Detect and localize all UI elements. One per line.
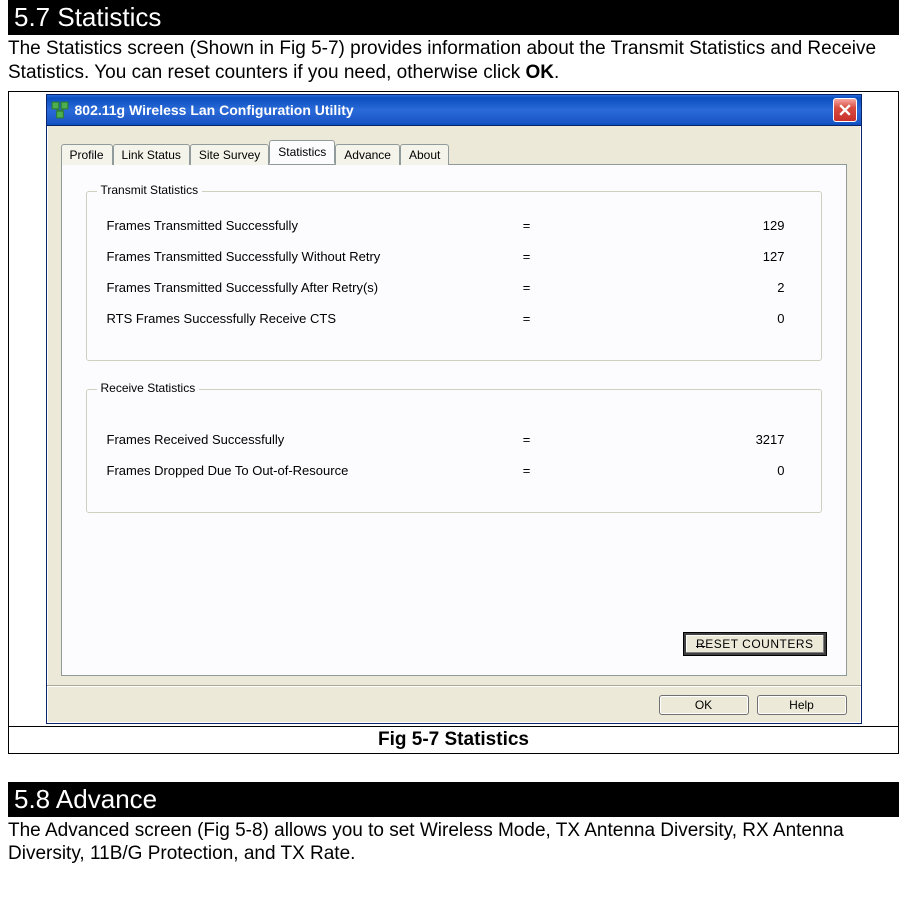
app-icon [51, 101, 69, 119]
stat-row: Frames Transmitted Successfully After Re… [107, 280, 801, 295]
section-body-statistics: The Statistics screen (Shown in Fig 5-7)… [8, 37, 899, 85]
tab-panel: Transmit Statistics Frames Transmitted S… [61, 165, 847, 676]
transmit-legend: Transmit Statistics [97, 183, 203, 197]
stat-value: 129 [547, 218, 801, 233]
stat-row: RTS Frames Successfully Receive CTS = 0 [107, 311, 801, 326]
tab-site-survey[interactable]: Site Survey [190, 144, 269, 165]
transmit-group: Transmit Statistics Frames Transmitted S… [86, 191, 822, 361]
equals-sign: = [507, 280, 547, 295]
titlebar[interactable]: 802.11g Wireless Lan Configuration Utili… [47, 95, 861, 126]
body-text-pre: The Statistics screen (Shown in Fig 5-7)… [8, 38, 876, 83]
stat-row: Frames Received Successfully = 3217 [107, 432, 801, 447]
stat-value: 2 [547, 280, 801, 295]
equals-sign: = [507, 249, 547, 264]
tab-link-status[interactable]: Link Status [113, 144, 190, 165]
dialog-body: Profile Link Status Site Survey Statisti… [47, 126, 861, 686]
stat-label: Frames Transmitted Successfully Without … [107, 249, 507, 264]
stat-value: 0 [547, 463, 801, 478]
stat-row: Frames Transmitted Successfully = 129 [107, 218, 801, 233]
dialog-bottom-bar: OK Help [47, 686, 861, 723]
receive-group: Receive Statistics Frames Received Succe… [86, 389, 822, 513]
section-body-advance: The Advanced screen (Fig 5-8) allows you… [8, 819, 899, 867]
stat-value: 3217 [547, 432, 801, 447]
tab-statistics[interactable]: Statistics [269, 140, 335, 164]
tabstrip: Profile Link Status Site Survey Statisti… [61, 140, 847, 165]
stat-value: 127 [547, 249, 801, 264]
stat-row: Frames Dropped Due To Out-of-Resource = … [107, 463, 801, 478]
window-title: 802.11g Wireless Lan Configuration Utili… [75, 102, 833, 118]
figure-frame: 802.11g Wireless Lan Configuration Utili… [8, 91, 899, 727]
equals-sign: = [507, 218, 547, 233]
help-button[interactable]: Help [757, 695, 847, 715]
ok-button[interactable]: OK [659, 695, 749, 715]
stat-label: RTS Frames Successfully Receive CTS [107, 311, 507, 326]
section-heading-advance: 5.8 Advance [8, 782, 899, 817]
stat-label: Frames Transmitted Successfully After Re… [107, 280, 507, 295]
stat-row: Frames Transmitted Successfully Without … [107, 249, 801, 264]
body-text-bold: OK [526, 62, 555, 83]
close-button[interactable] [833, 98, 857, 122]
figure-caption: Fig 5-7 Statistics [8, 727, 899, 754]
stat-label: Frames Received Successfully [107, 432, 507, 447]
tab-profile[interactable]: Profile [61, 144, 113, 165]
receive-legend: Receive Statistics [97, 381, 200, 395]
xp-dialog: 802.11g Wireless Lan Configuration Utili… [46, 94, 862, 724]
equals-sign: = [507, 432, 547, 447]
tab-advance[interactable]: Advance [335, 144, 400, 165]
body-text-post: . [554, 62, 559, 83]
reset-underline-letter: R [696, 637, 705, 651]
reset-counters-button[interactable]: RESET COUNTERS [684, 633, 825, 655]
section-heading-statistics: 5.7 Statistics [8, 0, 899, 35]
equals-sign: = [507, 311, 547, 326]
stat-label: Frames Dropped Due To Out-of-Resource [107, 463, 507, 478]
reset-rest: ESET COUNTERS [705, 637, 813, 651]
stat-label: Frames Transmitted Successfully [107, 218, 507, 233]
equals-sign: = [507, 463, 547, 478]
tab-about[interactable]: About [400, 144, 449, 165]
stat-value: 0 [547, 311, 801, 326]
